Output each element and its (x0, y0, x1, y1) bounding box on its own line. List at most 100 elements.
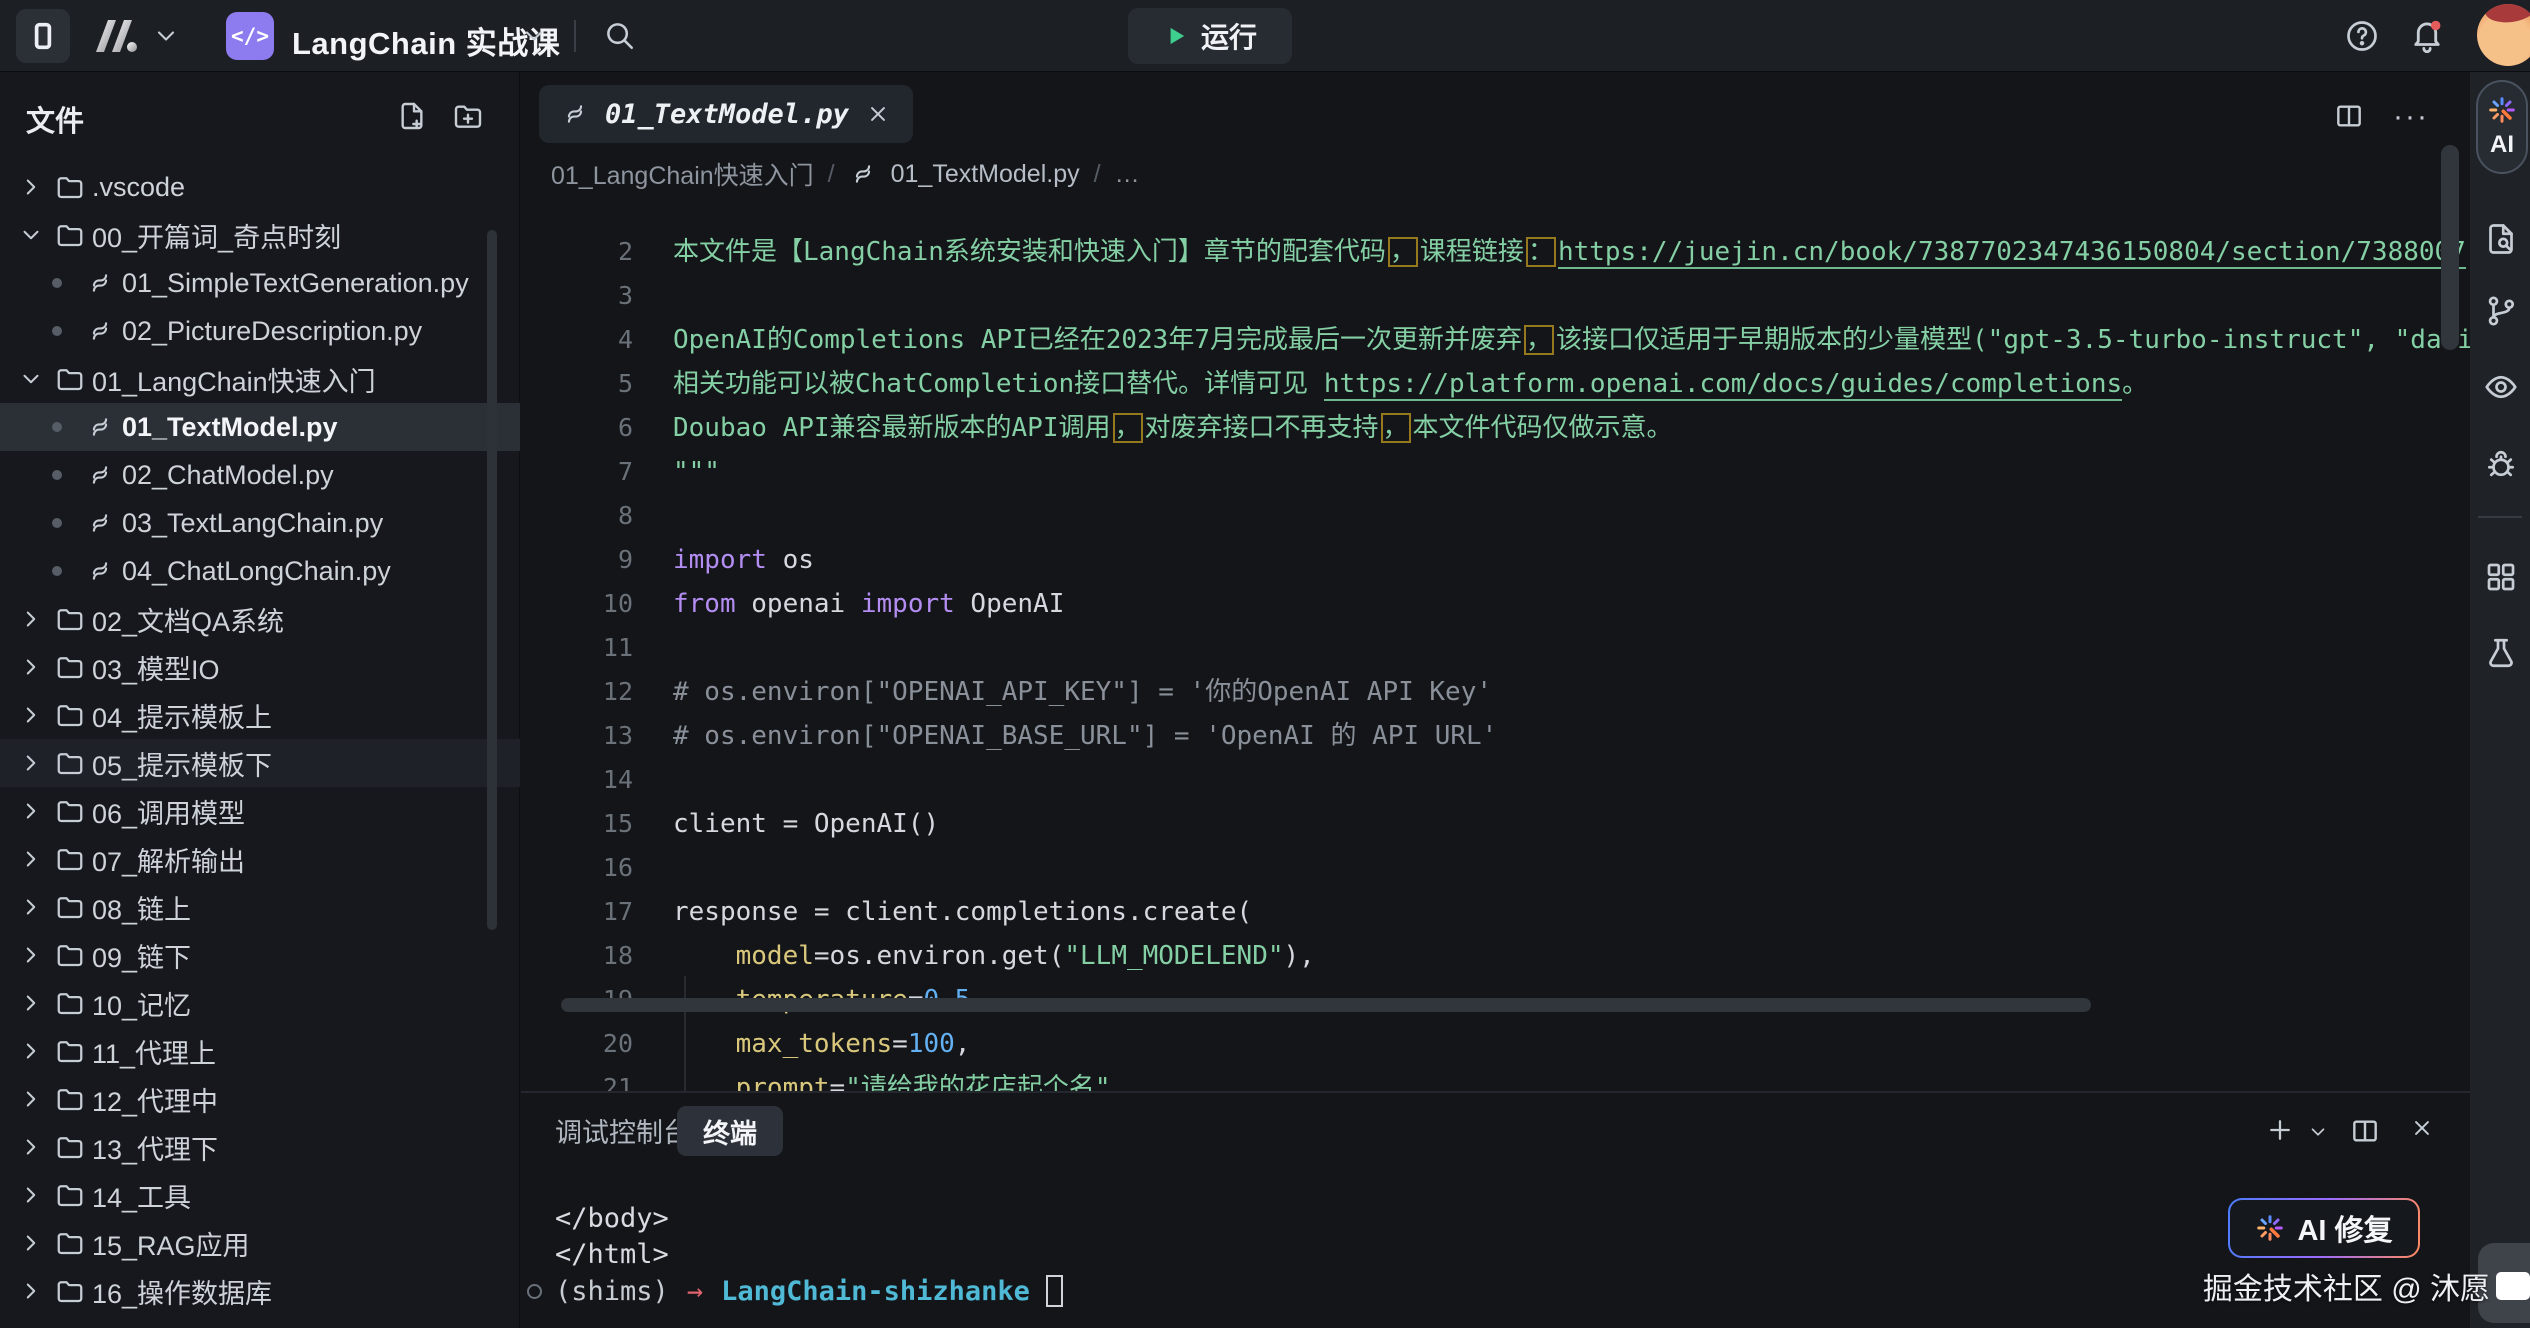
tree-item-08_链上[interactable]: 08_链上 (0, 883, 520, 931)
marscode-logo-icon[interactable] (92, 14, 144, 58)
help-icon[interactable] (2344, 18, 2380, 54)
tree-item-13_代理下[interactable]: 13_代理下 (0, 1123, 520, 1171)
breadcrumb[interactable]: 01_LangChain快速入门 / 01_TextModel.py / … (551, 156, 1140, 192)
chevron-right-icon (14, 750, 48, 776)
new-terminal-icon[interactable] (2265, 1115, 2295, 1145)
tree-item-01_LangChain快速入门[interactable]: 01_LangChain快速入门 (0, 355, 520, 403)
tree-item-00_开篇词_奇点时刻[interactable]: 00_开篇词_奇点时刻 (0, 211, 520, 259)
line-number: 8 (521, 494, 633, 538)
play-icon (1163, 23, 1189, 49)
code-line-3[interactable]: 3 (521, 274, 2470, 318)
close-panel-icon[interactable] (2409, 1115, 2435, 1141)
code-line-8[interactable]: 8 (521, 494, 2470, 538)
file-status-dot (52, 518, 62, 528)
tree-item-02_文档QA系统[interactable]: 02_文档QA系统 (0, 595, 520, 643)
chevron-down-icon[interactable] (2307, 1121, 2329, 1143)
new-folder-icon[interactable] (452, 100, 484, 132)
tree-item-label: 04_ChatLongChain.py (122, 556, 391, 587)
code-line-5[interactable]: 5相关功能可以被ChatCompletion接口替代。详情可见 https://… (521, 362, 2470, 406)
ai-fix-button[interactable]: AI 修复 (2228, 1198, 2420, 1258)
tree-item-05_提示模板下[interactable]: 05_提示模板下 (0, 739, 520, 787)
code-line-17[interactable]: 17response = client.completions.create( (521, 890, 2470, 934)
chevron-down-icon (14, 366, 48, 392)
breadcrumb-folder[interactable]: 01_LangChain快速入门 (551, 156, 814, 192)
split-panel-icon[interactable] (2349, 1115, 2381, 1147)
extensions-grid-icon[interactable] (2482, 558, 2520, 596)
tree-item-15_RAG应用[interactable]: 15_RAG应用 (0, 1219, 520, 1267)
search-icon[interactable] (602, 18, 636, 52)
notification-bell-icon[interactable] (2408, 16, 2446, 54)
chevron-right-icon (14, 174, 48, 200)
file-search-icon[interactable] (2482, 220, 2520, 258)
run-button[interactable]: 运行 (1128, 8, 1292, 64)
code-line-11[interactable]: 11 (521, 626, 2470, 670)
tree-item-04_ChatLongChain.py[interactable]: 04_ChatLongChain.py (0, 547, 520, 595)
user-avatar[interactable] (2477, 4, 2530, 66)
close-tab-icon[interactable] (865, 101, 891, 127)
tree-item-04_提示模板上[interactable]: 04_提示模板上 (0, 691, 520, 739)
breadcrumb-file[interactable]: 01_TextModel.py (891, 160, 1080, 189)
tab-debug-console[interactable]: 调试控制台 (555, 1111, 690, 1150)
tree-item-03_模型IO[interactable]: 03_模型IO (0, 643, 520, 691)
line-number: 12 (521, 670, 633, 714)
tab-terminal[interactable]: 终端 (677, 1106, 783, 1156)
code-line-10[interactable]: 10from openai import OpenAI (521, 582, 2470, 626)
editor-vertical-scrollbar[interactable] (2441, 145, 2459, 350)
code-line-18[interactable]: 18 model=os.environ.get("LLM_MODELEND"), (521, 934, 2470, 978)
sidebar-scrollbar[interactable] (487, 230, 497, 930)
chevron-right-icon (14, 894, 48, 920)
code-line-15[interactable]: 15client = OpenAI() (521, 802, 2470, 846)
code-line-12[interactable]: 12# os.environ["OPENAI_API_KEY"] = '你的Op… (521, 670, 2470, 714)
tree-item-01_TextModel.py[interactable]: 01_TextModel.py (0, 403, 520, 451)
tree-item-06_调用模型[interactable]: 06_调用模型 (0, 787, 520, 835)
code-line-16[interactable]: 16 (521, 846, 2470, 890)
tree-item-09_链下[interactable]: 09_链下 (0, 931, 520, 979)
chevron-right-icon (14, 990, 48, 1016)
more-actions-icon[interactable]: ··· (2393, 100, 2429, 134)
line-number: 16 (521, 846, 633, 890)
ai-assistant-button[interactable]: AI (2476, 80, 2528, 174)
code-line-6[interactable]: 6Doubao API兼容最新版本的API调用，对废弃接口不再支持，本文件代码仅… (521, 406, 2470, 450)
python-file-icon (78, 317, 122, 345)
tree-item-10_记忆[interactable]: 10_记忆 (0, 979, 520, 1027)
code-line-7[interactable]: 7""" (521, 450, 2470, 494)
tree-item-16_操作数据库[interactable]: 16_操作数据库 (0, 1267, 520, 1315)
tree-item-02_ChatModel.py[interactable]: 02_ChatModel.py (0, 451, 520, 499)
code-line-9[interactable]: 9import os (521, 538, 2470, 582)
source-control-icon[interactable] (2482, 292, 2520, 330)
tree-item-12_代理中[interactable]: 12_代理中 (0, 1075, 520, 1123)
line-number: 17 (521, 890, 633, 934)
breadcrumb-more[interactable]: … (1115, 160, 1140, 189)
terminal-cursor (1046, 1275, 1063, 1307)
editor-horizontal-scrollbar[interactable] (561, 998, 2091, 1012)
code-line-2[interactable]: 2本文件是【LangChain系统安装和快速入门】章节的配套代码，课程链接：ht… (521, 230, 2470, 274)
chevron-down-icon[interactable] (152, 22, 180, 50)
chevron-down-icon[interactable] (520, 22, 548, 50)
tree-item-label: 10_记忆 (92, 984, 191, 1023)
code-line-21[interactable]: 21 prompt="请给我的花店起个名", (521, 1066, 2470, 1091)
tree-item-14_工具[interactable]: 14_工具 (0, 1171, 520, 1219)
editor-tab[interactable]: 01_TextModel.py (539, 85, 913, 143)
tree-item-label: 03_模型IO (92, 648, 220, 687)
debug-bug-icon[interactable] (2482, 446, 2520, 484)
toggle-sidebar-button[interactable] (16, 9, 70, 63)
tree-item-label: 02_ChatModel.py (122, 460, 334, 491)
tree-item-.vscode[interactable]: .vscode (0, 163, 520, 211)
code-viewport[interactable]: 2本文件是【LangChain系统安装和快速入门】章节的配套代码，课程链接：ht… (521, 212, 2470, 1091)
new-file-icon[interactable] (396, 100, 428, 132)
tree-item-01_SimpleTextGeneration.py[interactable]: 01_SimpleTextGeneration.py (0, 259, 520, 307)
code-line-20[interactable]: 20 max_tokens=100, (521, 1022, 2470, 1066)
code-line-4[interactable]: 4OpenAI的Completions API已经在2023年7月完成最后一次更… (521, 318, 2470, 362)
tree-item-07_解析输出[interactable]: 07_解析输出 (0, 835, 520, 883)
code-line-14[interactable]: 14 (521, 758, 2470, 802)
folder-icon (48, 604, 92, 634)
code-line-13[interactable]: 13# os.environ["OPENAI_BASE_URL"] = 'Ope… (521, 714, 2470, 758)
tree-item-02_PictureDescription.py[interactable]: 02_PictureDescription.py (0, 307, 520, 355)
preview-eye-icon[interactable] (2482, 368, 2520, 406)
terminal-prompt[interactable]: (shims) → LangChain-shizhanke (527, 1275, 1063, 1307)
test-flask-icon[interactable] (2482, 634, 2520, 672)
tree-item-03_TextLangChain.py[interactable]: 03_TextLangChain.py (0, 499, 520, 547)
tree-item-11_代理上[interactable]: 11_代理上 (0, 1027, 520, 1075)
chevron-down-icon (14, 222, 48, 248)
split-editor-icon[interactable] (2333, 100, 2365, 132)
